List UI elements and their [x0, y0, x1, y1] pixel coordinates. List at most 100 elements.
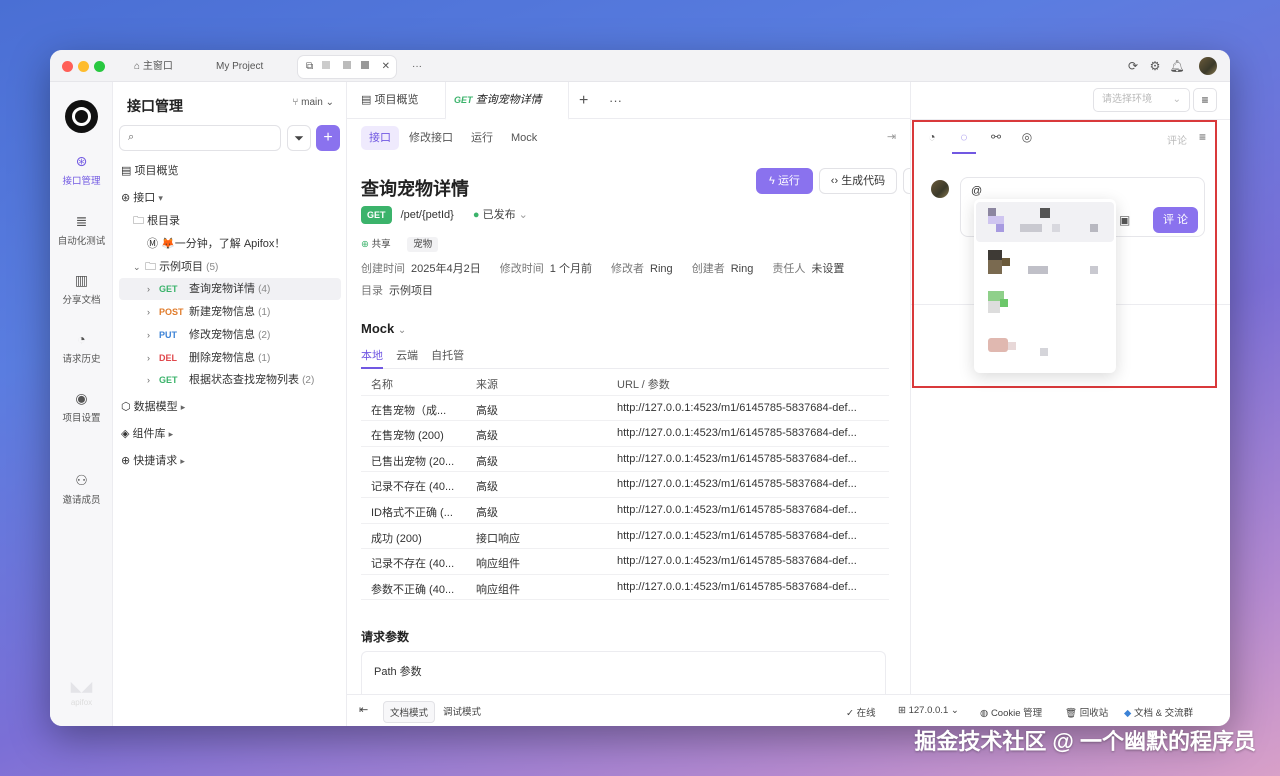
tab-main-window[interactable]: ⌂ 主窗口 — [126, 56, 181, 78]
request-params-title: 请求参数 — [361, 630, 410, 644]
tree-item-root[interactable]: 🗀︎ 根目录 — [133, 210, 355, 232]
tree-item-components[interactable]: ◈ 组件库 ▸ — [121, 423, 343, 445]
collapse-sidebar-icon[interactable]: ⇤ — [359, 703, 368, 716]
maximize-window-button[interactable] — [94, 61, 105, 72]
tree-endpoint[interactable]: › DEL 删除宠物信息 (1) — [119, 347, 341, 369]
caret-down-icon: ▾ — [158, 193, 163, 203]
tree-endpoint[interactable]: › GET 根据状态查找宠物列表 (2) — [119, 369, 341, 391]
mention-option[interactable] — [976, 202, 1114, 242]
tab-more-button[interactable]: ··· — [609, 82, 622, 119]
tree-endpoint[interactable]: › PUT 修改宠物信息 (2) — [119, 324, 341, 346]
chevron-right-icon: › — [147, 353, 150, 363]
mention-option[interactable] — [976, 244, 1114, 284]
minimize-window-button[interactable] — [78, 61, 89, 72]
online-status[interactable]: ✓ 在线 — [846, 705, 876, 719]
mention-option[interactable] — [976, 330, 1114, 370]
table-row[interactable]: 在售宠物（成... 高级 http://127.0.0.1:4523/m1/6145… — [361, 396, 889, 422]
tab-overview[interactable]: ▤ 项目概览 — [361, 82, 418, 119]
host-selector[interactable]: ⊞ 127.0.0.1 ⌄ — [898, 705, 959, 716]
tree-item-quick-requests[interactable]: ⊕ 快捷请求 ▸ — [121, 450, 343, 472]
footer-logo: ◣◢ apifox — [50, 677, 113, 707]
mock-tab-local[interactable]: 本地 — [361, 347, 383, 369]
close-tab-icon[interactable]: ✕ — [382, 56, 390, 78]
rail-item-share-docs[interactable]: ▥ 分享文档 — [50, 271, 113, 306]
rail-item-invite[interactable]: ⚇ 邀请成员 — [50, 471, 113, 506]
rail-item-history[interactable]: ◔ 请求历史 — [50, 330, 113, 365]
search-input[interactable]: ⌕ — [119, 125, 281, 151]
table-row[interactable]: 在售宠物 (200) 高级 http://127.0.0.1:4523/m1/614… — [361, 421, 889, 447]
bell-icon[interactable]: 🔔︎ — [1169, 58, 1185, 74]
branch-selector[interactable]: ⑂ main ⌄ — [292, 97, 334, 108]
mock-tab-cloud[interactable]: 云端 — [396, 350, 418, 362]
lightning-icon: ϟ — [769, 175, 775, 187]
cookie-manager[interactable]: ◍ Cookie 管理 — [980, 705, 1042, 719]
nav-rail: ⊛ 接口管理 ≣ 自动化测试 ▥ 分享文档 ◔ 请求历史 ◉ 项目设置 ⚇ 邀请… — [50, 82, 113, 726]
tree-item-data-models[interactable]: ⬡ 数据模型 ▸ — [121, 396, 343, 418]
environment-select[interactable]: 请选择环境 ⌄ — [1093, 88, 1190, 112]
cookie-icon: ◍ — [980, 708, 989, 719]
tab-current-project[interactable]: ⧉ ✕ — [298, 56, 396, 78]
tree-item-intro-doc[interactable]: Ⓜ 🦊一分钟，了解 Apifox！ — [147, 233, 369, 255]
add-user-icon: ⚇ — [75, 472, 88, 488]
rail-item-settings[interactable]: ◉ 项目设置 — [50, 389, 113, 424]
sync-icon[interactable]: ⟳ — [1125, 58, 1141, 74]
table-row[interactable]: 成功 (200) 接口响应 http://127.0.0.1:4523/m1/614… — [361, 524, 889, 550]
gear-icon[interactable]: ⚙ — [1147, 58, 1163, 74]
subtab-mock[interactable]: Mock — [503, 126, 545, 150]
debug-mode-button[interactable]: 调试模式 — [437, 701, 487, 721]
plus-icon: + — [323, 129, 333, 146]
table-row[interactable]: 参数不正确 (40... 响应组件 http://127.0.0.1:4523/m1… — [361, 575, 889, 601]
chevron-down-icon: ⌄ — [1172, 94, 1181, 105]
directory-line: 目录 示例项目 — [361, 285, 433, 297]
app-logo — [65, 100, 98, 133]
status-dropdown[interactable]: 已发布 — [483, 209, 516, 221]
subtab-run[interactable]: 运行 — [463, 126, 501, 150]
run-button[interactable]: ϟ 运行 — [756, 168, 813, 194]
mention-dropdown — [974, 199, 1116, 373]
subtab-edit[interactable]: 修改接口 — [401, 126, 461, 150]
filter-button[interactable]: ⏷ — [287, 125, 311, 151]
user-avatar[interactable] — [1199, 57, 1217, 75]
add-button[interactable]: + — [316, 125, 340, 151]
docs-community[interactable]: ◆ 文档 & 交流群 — [1124, 705, 1193, 719]
redacted-avatar — [1000, 299, 1008, 307]
rail-item-api[interactable]: ⊛ 接口管理 — [50, 152, 113, 187]
caret-right-icon: ▸ — [180, 456, 185, 466]
table-row[interactable]: ID格式不正确 (... 高级 http://127.0.0.1:4523/m1/6… — [361, 498, 889, 524]
tree-item-overview[interactable]: ▤ 项目概览 — [121, 160, 343, 182]
home-icon: ⌂ — [134, 61, 141, 72]
tab-get-pet-detail[interactable]: GET 查询宠物详情 — [445, 82, 569, 120]
redacted-detail — [1040, 348, 1048, 356]
mention-option[interactable] — [976, 287, 1114, 327]
recycle-bin[interactable]: 🗑︎ 回收站 — [1065, 705, 1108, 719]
rail-item-automation[interactable]: ≣ 自动化测试 — [50, 212, 113, 247]
menu-button[interactable]: ≡ — [1193, 88, 1217, 112]
stack-icon: ≣ — [75, 213, 88, 229]
tab-my-project[interactable]: My Project — [208, 56, 271, 78]
doc-mode-button[interactable]: 文档模式 — [383, 701, 436, 723]
mock-section-title[interactable]: Mock ⌄ — [361, 321, 406, 336]
api-sidebar: 接口管理 ⑂ main ⌄ ⌕ ⏷ + ▤ 项目概览 ⊛ 接口 ▾ 🗀︎ 根目录… — [113, 82, 347, 726]
table-row[interactable]: 记录不存在 (40... 响应组件 http://127.0.0.1:4523/m1… — [361, 549, 889, 575]
redacted-avatar — [1002, 258, 1010, 266]
chevron-down-icon: ⌄ — [133, 262, 141, 272]
redacted-avatar — [988, 250, 1002, 260]
chevron-down-icon: ⌄ — [325, 97, 334, 108]
tree-endpoint[interactable]: › POST 新建宠物信息 (1) — [119, 301, 341, 323]
tree-item-interfaces[interactable]: ⊛ 接口 ▾ — [121, 187, 343, 209]
share-line: ⊕ 共享 宠物 — [361, 236, 439, 252]
tree-folder-examples[interactable]: ⌄ 🗀︎ 示例项目 (5) — [133, 256, 355, 278]
table-row[interactable]: 已售出宠物 (20... 高级 http://127.0.0.1:4523/m1/6… — [361, 447, 889, 473]
redacted-detail — [1052, 224, 1060, 232]
mock-tab-selfhosted[interactable]: 自托管 — [431, 350, 464, 362]
table-row[interactable]: 记录不存在 (40... 高级 http://127.0.0.1:4523/m1/6… — [361, 472, 889, 498]
close-window-button[interactable] — [62, 61, 73, 72]
more-tabs-button[interactable]: ··· — [404, 56, 430, 78]
new-tab-button[interactable]: + — [579, 82, 588, 119]
generate-code-button[interactable]: ‹› 生成代码 — [819, 168, 897, 194]
subtab-interface[interactable]: 接口 — [361, 126, 399, 150]
tree-endpoint[interactable]: › GET 查询宠物详情 (4) — [119, 278, 341, 300]
status-dot-icon: ● — [472, 209, 480, 221]
collapse-panel-icon[interactable]: ⇥ — [887, 130, 896, 143]
redacted-block — [342, 61, 351, 69]
